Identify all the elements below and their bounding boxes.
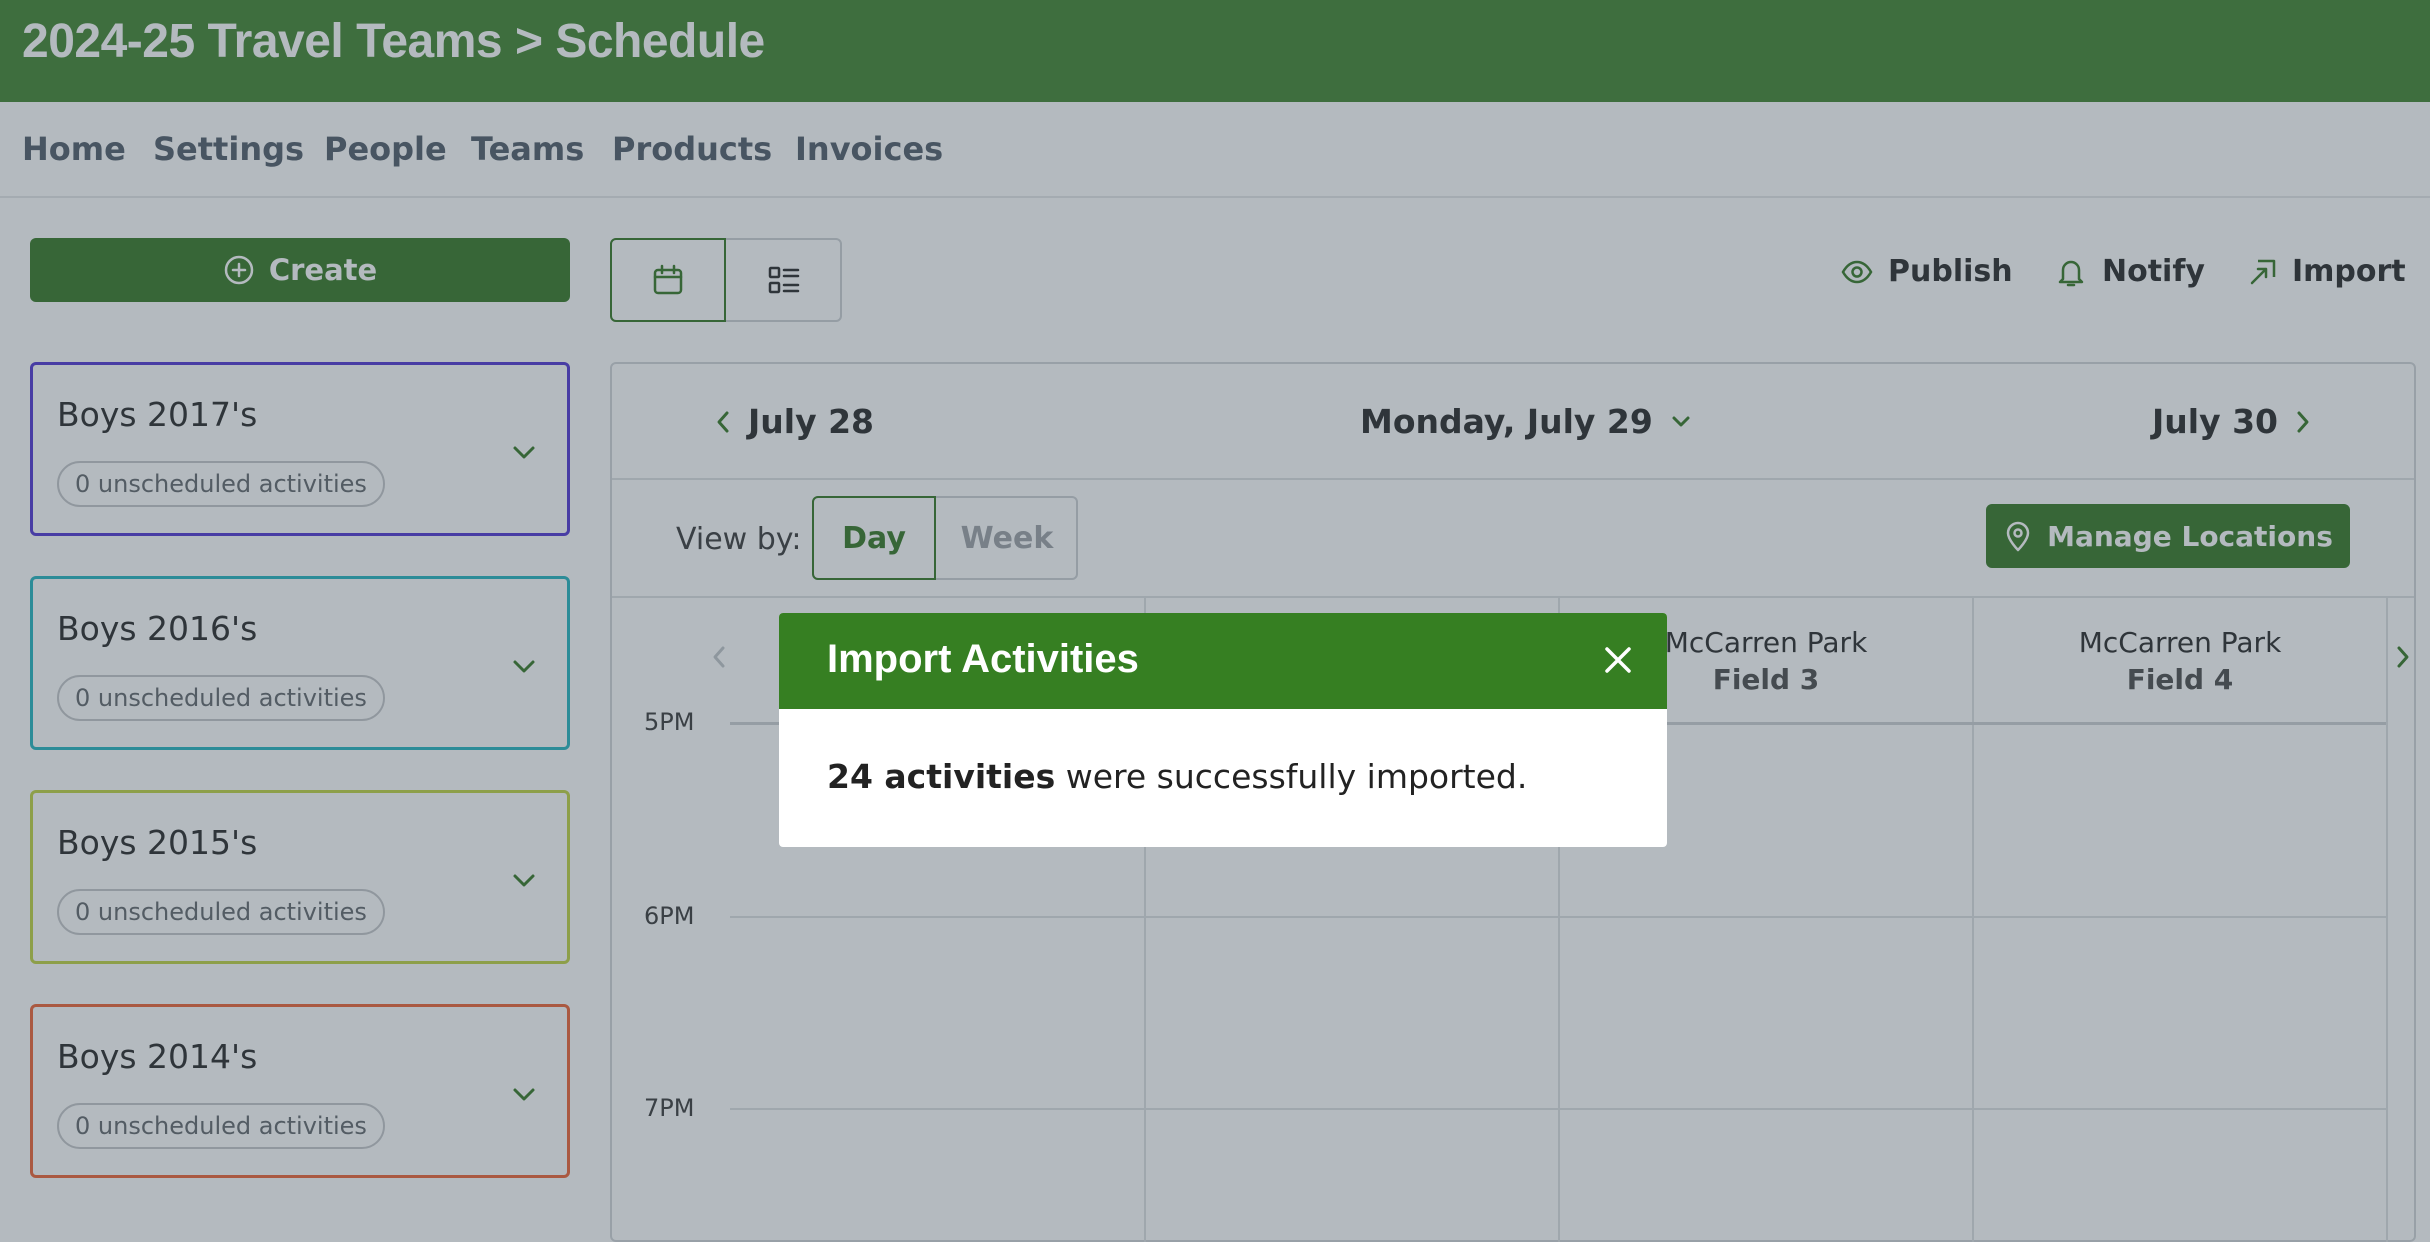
- import-activities-dialog: Import Activities 24 activities were suc…: [779, 613, 1667, 847]
- close-icon[interactable]: [1595, 637, 1641, 683]
- import-message: were successfully imported.: [1055, 757, 1528, 796]
- dialog-title: Import Activities: [827, 637, 1139, 681]
- dialog-message: 24 activities were successfully imported…: [827, 757, 1527, 796]
- dialog-header: Import Activities: [779, 613, 1667, 709]
- import-count: 24 activities: [827, 757, 1056, 796]
